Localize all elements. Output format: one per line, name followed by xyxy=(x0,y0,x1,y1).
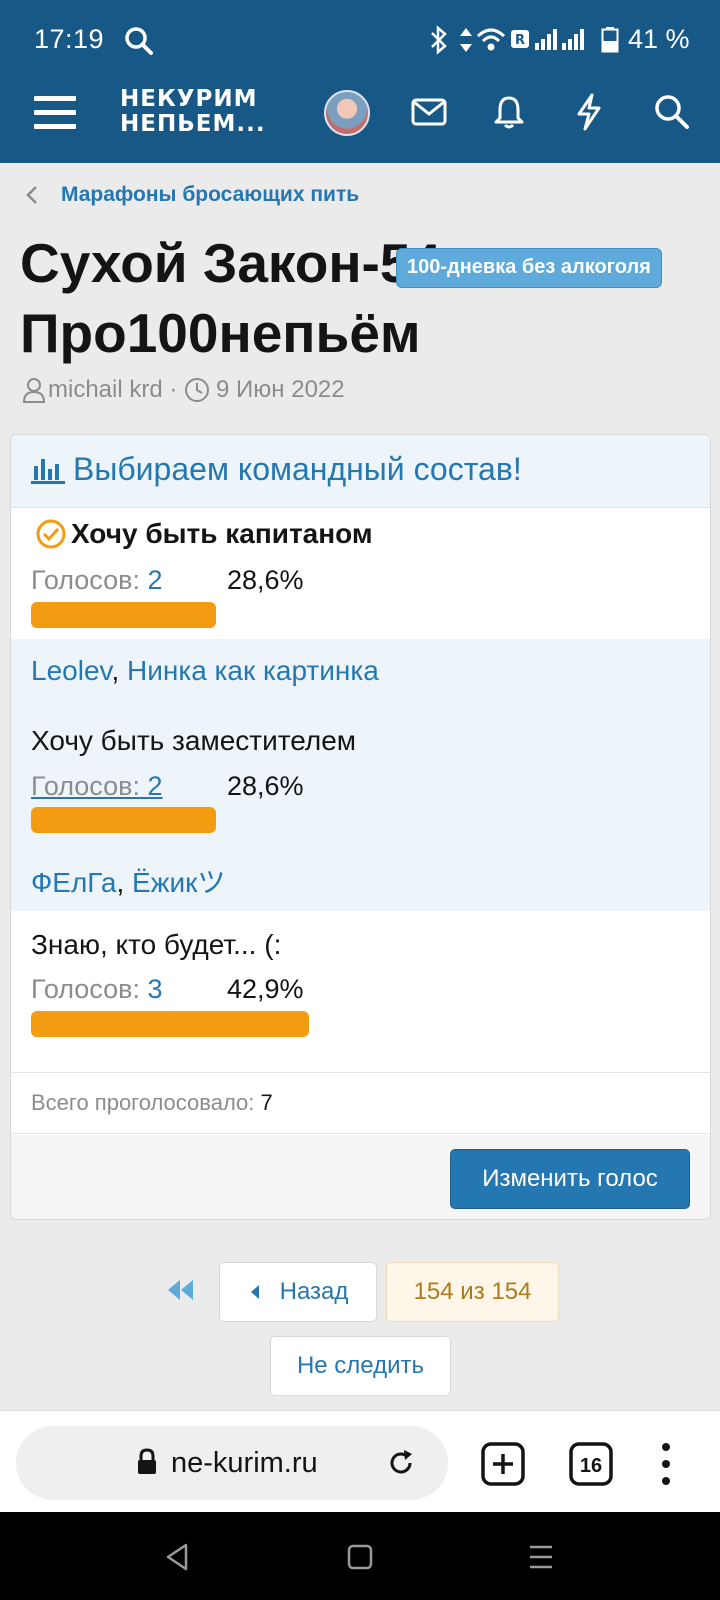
total-count: 7 xyxy=(260,1090,273,1115)
votes-count-link[interactable]: 3 xyxy=(147,974,162,1004)
response-bar xyxy=(31,807,216,833)
tab-count: 16 xyxy=(580,1455,602,1477)
poll-voters-panel: Leolev, Нинка как картинка Хочу быть зам… xyxy=(11,639,710,911)
poll-response: Хочу быть капитаном Голосов: 2 28,6% xyxy=(11,508,710,639)
site-header: 17:19 R 41 % НЕКУРИМ НЕПЬЕМ... xyxy=(0,0,720,163)
voter-link[interactable]: Нинка как картинка xyxy=(127,655,379,686)
poll-header: Выбираем командный состав! xyxy=(11,435,710,508)
voters-list: ФЕлГа, Ёжикツ xyxy=(31,861,225,901)
response-label: Хочу быть капитаном xyxy=(71,518,373,549)
user-icon xyxy=(22,378,46,403)
response-label: Хочу быть заместителем xyxy=(31,725,357,756)
header-search-icon[interactable] xyxy=(654,94,690,130)
response-percent: 42,9% xyxy=(227,974,304,1004)
thread-meta: michail krd · 9 Июн 2022 xyxy=(22,376,345,404)
search-icon xyxy=(125,27,153,55)
reload-icon[interactable] xyxy=(386,1448,416,1478)
total-votes: Всего проголосовало: 7 xyxy=(31,1090,273,1116)
back-label: Назад xyxy=(279,1278,349,1305)
change-vote-button[interactable]: Изменить голос xyxy=(450,1149,690,1209)
votes-prefix: Голосов: xyxy=(31,771,148,801)
signal-icon xyxy=(535,29,557,50)
mail-icon[interactable] xyxy=(411,96,447,128)
response-bar xyxy=(31,602,216,628)
poll-title: Выбираем командный состав! xyxy=(73,451,522,487)
svg-text:R: R xyxy=(515,33,525,48)
thread-prefix-badge[interactable]: 100-дневка без алкоголя xyxy=(396,248,662,288)
tabs-icon[interactable]: 16 xyxy=(568,1441,614,1487)
response-percent: 28,6% xyxy=(227,565,304,595)
votes-count-link[interactable]: 2 xyxy=(147,565,162,595)
caret-left-icon xyxy=(250,1285,259,1299)
chevron-left-icon xyxy=(26,186,37,204)
voter-link[interactable]: Ёжикツ xyxy=(132,867,225,898)
meta-separator: · xyxy=(162,376,185,403)
poll-block: Выбираем командный состав! Хочу быть кап… xyxy=(10,434,711,1220)
clock-icon xyxy=(185,378,210,402)
status-time: 17:19 xyxy=(34,24,105,54)
page-indicator[interactable]: 154 из 154 xyxy=(386,1262,559,1322)
thread-date[interactable]: 9 Июн 2022 xyxy=(216,376,345,404)
url-text: ne-kurim.ru xyxy=(171,1447,318,1479)
wifi-icon xyxy=(476,28,506,51)
new-tab-icon[interactable] xyxy=(480,1441,526,1487)
lock-icon xyxy=(138,1448,156,1474)
back-button[interactable]: Назад xyxy=(219,1262,377,1322)
votes-prefix: Голосов: xyxy=(31,974,148,1004)
voter-separator: , xyxy=(116,867,133,898)
thread-author[interactable]: michail krd xyxy=(48,376,163,404)
first-page-icon[interactable] xyxy=(166,1277,196,1303)
voter-separator: , xyxy=(111,655,127,686)
status-bar: 17:19 R 41 % xyxy=(0,0,720,82)
logo-line-2: НЕПЬЕМ... xyxy=(120,111,266,137)
logo-line-1: НЕКУРИМ xyxy=(120,86,258,112)
response-bar xyxy=(31,1011,309,1037)
voter-link[interactable]: Leolev xyxy=(31,655,111,686)
votes-count-link[interactable]: 2 xyxy=(147,771,162,801)
browser-toolbar: ne-kurim.ru 16 xyxy=(0,1410,720,1512)
more-menu-icon[interactable] xyxy=(660,1441,672,1487)
poll-total: Всего проголосовало: 7 xyxy=(11,1072,710,1134)
voter-link[interactable]: ФЕлГа xyxy=(31,867,116,898)
poll-chart-icon xyxy=(31,459,65,484)
nav-back-icon[interactable] xyxy=(164,1542,190,1572)
response-label: Знаю, кто будет... (: xyxy=(31,929,282,960)
battery-icon xyxy=(601,27,619,53)
breadcrumb-link[interactable]: Марафоны бросающих пить xyxy=(61,183,359,207)
response-votes: Голосов: 3 xyxy=(31,974,163,1005)
address-bar[interactable]: ne-kurim.ru xyxy=(16,1426,448,1500)
site-logo[interactable]: НЕКУРИМ НЕПЬЕМ... xyxy=(120,87,266,137)
signal-icon-2 xyxy=(562,29,584,50)
system-nav-bar xyxy=(0,1512,720,1600)
response-percent: 28,6% xyxy=(227,771,304,801)
voters-list: Leolev, Нинка как картинка xyxy=(31,655,379,687)
user-avatar[interactable] xyxy=(324,90,370,136)
poll-footer: Изменить голос xyxy=(11,1135,710,1219)
data-arrows-icon xyxy=(460,28,472,52)
total-label: Всего проголосовало: xyxy=(31,1090,261,1115)
checked-circle-icon xyxy=(36,519,66,549)
response-votes: Голосов: 2 xyxy=(31,565,163,596)
bell-icon[interactable] xyxy=(492,94,526,130)
nav-home-icon[interactable] xyxy=(347,1543,373,1571)
poll-response: Знаю, кто будет... (: Голосов: 3 42,9% xyxy=(11,911,710,1071)
roaming-icon: R xyxy=(511,30,529,48)
battery-percent: 41 % xyxy=(628,24,690,54)
menu-icon[interactable] xyxy=(34,94,76,132)
nav-recents-icon[interactable] xyxy=(528,1544,554,1570)
unwatch-button[interactable]: Не следить xyxy=(270,1336,451,1396)
votes-prefix: Голосов: xyxy=(31,565,148,595)
response-votes: Голосов: 2 xyxy=(31,771,163,802)
breadcrumb[interactable]: Марафоны бросающих пить xyxy=(25,183,359,207)
lightning-icon[interactable] xyxy=(574,92,604,132)
bluetooth-icon xyxy=(431,25,447,55)
